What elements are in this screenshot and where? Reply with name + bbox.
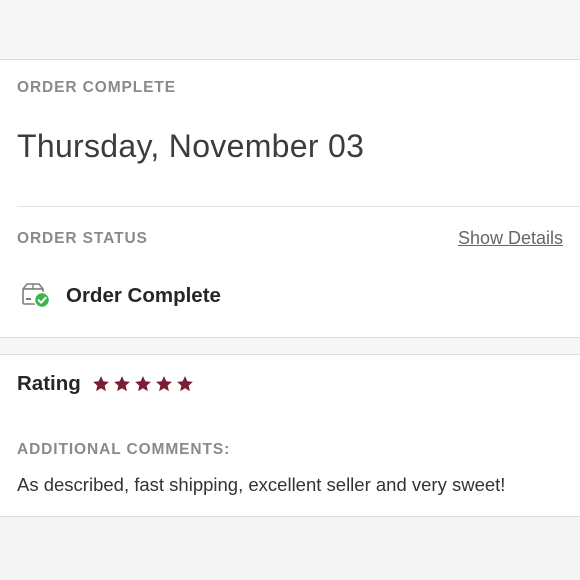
star-icon	[93, 376, 109, 392]
bottom-spacer	[0, 517, 580, 580]
section-divider	[17, 206, 580, 207]
star-icon	[135, 376, 151, 392]
page: ORDER COMPLETE Thursday, November 03 ORD…	[0, 0, 580, 580]
order-date: Thursday, November 03	[17, 128, 365, 164]
rating-label: Rating	[17, 372, 81, 395]
star-icon	[156, 376, 172, 392]
rating-stars	[92, 375, 194, 393]
order-card: ORDER COMPLETE Thursday, November 03 ORD…	[0, 59, 580, 338]
order-status-text: Order Complete	[66, 284, 221, 307]
star-icon	[114, 376, 130, 392]
star-icon	[177, 376, 193, 392]
box-check-icon	[20, 281, 52, 311]
top-spacer	[0, 0, 580, 59]
show-details-link[interactable]: Show Details	[458, 228, 563, 249]
order-complete-eyebrow: ORDER COMPLETE	[17, 79, 176, 96]
order-status-eyebrow: ORDER STATUS	[17, 230, 148, 247]
additional-comments-label: ADDITIONAL COMMENTS:	[17, 441, 231, 458]
rating-card: Rating ADDITIONAL COMMENTS: As described…	[0, 354, 580, 517]
review-comment: As described, fast shipping, excellent s…	[17, 474, 506, 495]
